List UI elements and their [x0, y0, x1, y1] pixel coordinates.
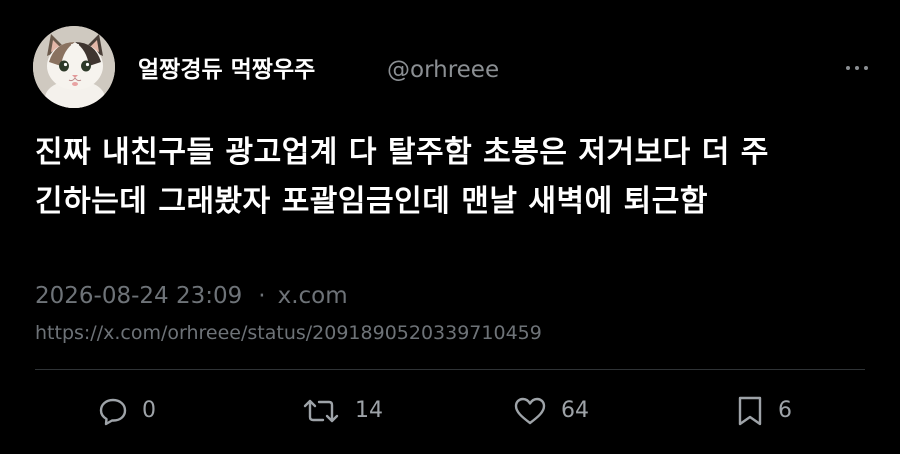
timestamp[interactable]: 2026-08-24 23:09: [35, 283, 242, 309]
like-button[interactable]: 64: [513, 394, 589, 428]
bookmark-count: 6: [778, 398, 792, 423]
repost-icon: [303, 399, 339, 423]
reply-count: 0: [142, 398, 156, 423]
tweet-text-line-2: 긴하는데 그래봤자 포괄임금인데 맨날 새벽에 퇴근함: [35, 184, 708, 219]
bookmark-icon: [738, 396, 762, 426]
tweet-url[interactable]: https://x.com/orhreee/status/20918905203…: [35, 318, 542, 348]
more-icon[interactable]: [846, 64, 868, 72]
repost-button[interactable]: 14: [301, 394, 383, 428]
repost-count: 14: [355, 398, 383, 423]
divider: [35, 369, 865, 370]
meta-separator: ·: [258, 283, 266, 309]
tweet-text: 진짜 내친구들 광고업계 다 탈주함 초봉은 저거보다 더 주 긴하는데 그래봤…: [35, 128, 875, 226]
tweet-text-line-1: 진짜 내친구들 광고업계 다 탈주함 초봉은 저거보다 더 주: [35, 135, 769, 170]
like-count: 64: [561, 398, 589, 423]
tweet-meta: 2026-08-24 23:09 · x.com: [35, 280, 348, 312]
reply-button[interactable]: 0: [98, 394, 156, 428]
reply-icon: [99, 398, 127, 426]
source[interactable]: x.com: [278, 283, 348, 309]
heart-icon: [514, 397, 546, 425]
user-handle[interactable]: @orhreee: [387, 53, 499, 87]
display-name[interactable]: 얼짱경듀 먹짱우주: [138, 53, 315, 87]
avatar[interactable]: [33, 26, 115, 108]
cat-avatar-image: [33, 26, 115, 108]
bookmark-button[interactable]: 6: [736, 394, 792, 428]
